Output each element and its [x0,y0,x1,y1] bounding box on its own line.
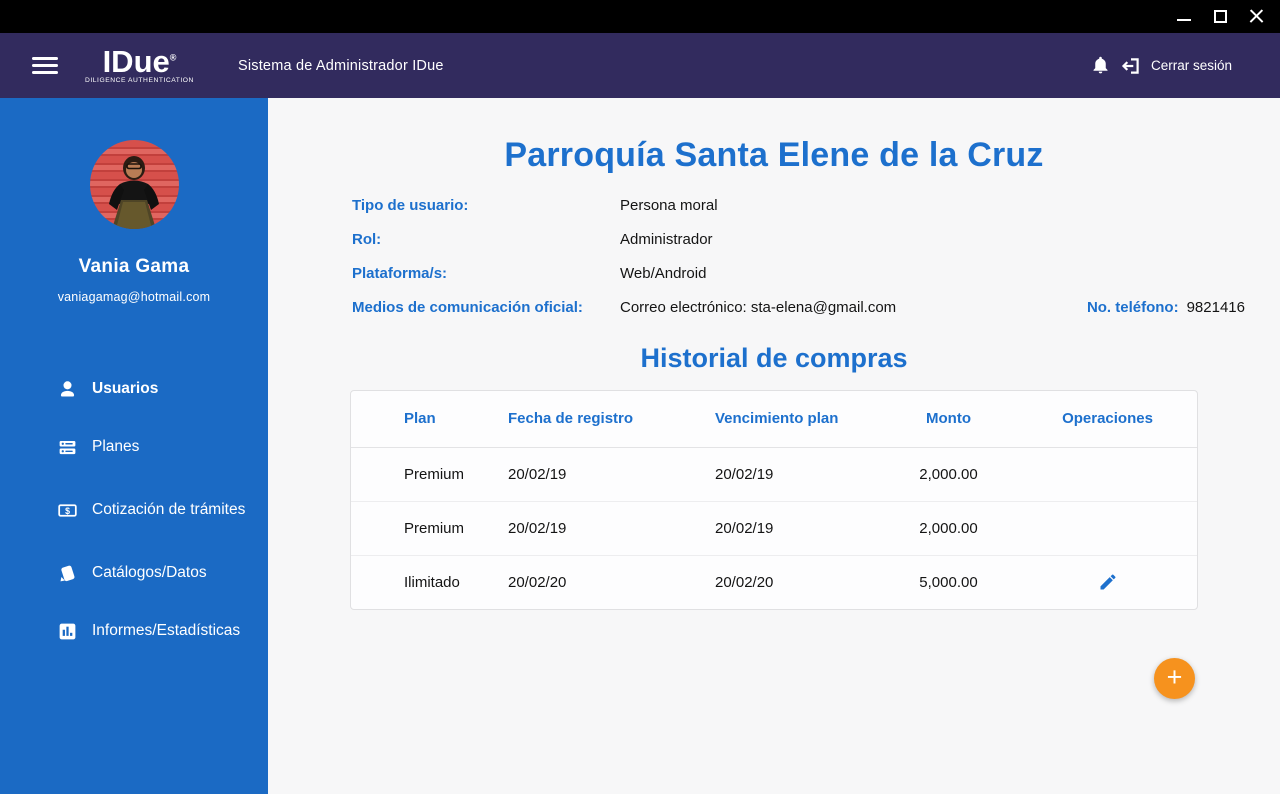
table-row: Ilimitado 20/02/20 20/02/20 5,000.00 [351,555,1197,609]
app-header: IDue® DILIGENCE AUTHENTICATION Sistema d… [0,33,1280,98]
purchases-table: Plan Fecha de registro Vencimiento plan … [350,390,1198,610]
user-profile: Vania Gama vaniagamag@hotmail.com [0,98,268,304]
detail-row: Rol: Administrador [352,231,1245,248]
stats-icon [56,621,78,642]
cell-amount: 2,000.00 [881,501,1016,556]
table-row: Premium 20/02/19 20/02/19 2,000.00 [351,501,1197,556]
menu-icon[interactable] [32,57,58,74]
close-icon [1249,9,1264,24]
sidebar-item-label: Planes [92,437,140,455]
plans-icon [56,437,78,458]
window-controls [1176,9,1264,25]
detail-label: Rol: [352,231,382,248]
column-header-operaciones: Operaciones [1016,391,1197,448]
app-window: IDue® DILIGENCE AUTHENTICATION Sistema d… [0,0,1280,794]
registered-mark: ® [169,52,177,63]
detail-label: Tipo de usuario: [352,197,469,214]
close-button[interactable] [1248,9,1264,25]
column-header-plan: Plan [351,391,491,448]
edit-button[interactable] [1094,568,1122,596]
sidebar-item-cotizacion[interactable]: $ Cotización de trámites [0,476,268,544]
sidebar-nav: Usuarios Planes $ Cotización de trámites [0,360,268,660]
user-name: Vania Gama [78,256,190,277]
detail-label: Medios de comunicación oficial: [352,299,583,316]
cell-amount: 2,000.00 [881,447,1016,502]
cell-expires: 20/02/19 [661,501,881,556]
catalog-icon [56,563,78,584]
detail-row: Tipo de usuario: Persona moral [352,197,1245,214]
logout-label[interactable]: Cerrar sesión [1151,58,1232,73]
window-titlebar [0,0,1280,33]
table-header-row: Plan Fecha de registro Vencimiento plan … [351,391,1197,448]
app-title: Sistema de Administrador IDue [237,57,444,74]
table-row: Premium 20/02/19 20/02/19 2,000.00 [351,447,1197,502]
cell-plan: Premium [351,501,491,556]
sidebar-item-label: Cotización de trámites [92,500,246,518]
sidebar: Vania Gama vaniagamag@hotmail.com Usuari… [0,98,268,794]
user-details: Tipo de usuario: Persona moral Rol: Admi… [352,197,1280,316]
sidebar-item-catalogos[interactable]: Catálogos/Datos [0,544,268,602]
purchases-title: Historial de compras [640,343,908,373]
maximize-icon [1213,10,1227,23]
header-actions: Cerrar sesión [1090,54,1232,77]
phone-label: No. teléfono: [1086,299,1179,316]
page-title: Parroquía Santa Elene de la Cruz [504,136,1044,174]
minimize-icon [1177,18,1191,21]
detail-value: Correo electrónico: sta-elena@gmail.com [620,299,897,316]
column-header-vencimiento: Vencimiento plan [661,391,881,448]
cell-expires: 20/02/19 [661,447,881,502]
sidebar-item-usuarios[interactable]: Usuarios [0,360,268,418]
bell-icon[interactable] [1090,54,1111,77]
pencil-icon [1100,574,1116,590]
user-email: vaniagamag@hotmail.com [57,290,211,304]
column-header-monto: Monto [881,391,1016,448]
phone-value: 9821416 [1186,299,1245,316]
cell-operations [1016,447,1197,502]
cell-amount: 5,000.00 [919,573,978,591]
cell-operations [1016,501,1197,556]
logo-subtitle: DILIGENCE AUTHENTICATION [85,77,194,85]
detail-label: Plataforma/s: [352,265,448,282]
detail-row: Plataforma/s: Web/Android [352,265,1245,282]
svg-text:$: $ [65,505,70,515]
main-content: Parroquía Santa Elene de la Cruz Tipo de… [268,98,1280,794]
column-header-fecha: Fecha de registro [491,391,661,448]
cell-plan: Premium [351,447,491,502]
quote-icon: $ [56,500,78,521]
phone-group: No. teléfono: 9821416 [1087,299,1245,316]
detail-row: Medios de comunicación oficial: Correo e… [352,299,1245,316]
sidebar-item-label: Catálogos/Datos [92,563,207,581]
sidebar-item-label: Usuarios [92,379,159,397]
logo-text: IDue® [102,44,177,80]
sidebar-item-informes[interactable]: Informes/Estadísticas [0,602,268,660]
app-logo: IDue® DILIGENCE AUTHENTICATION [85,46,194,85]
logout-icon[interactable] [1120,55,1142,77]
cell-registered: 20/02/20 [508,573,567,591]
cell-plan: Ilimitado [404,573,460,591]
sidebar-item-label: Informes/Estadísticas [92,621,241,639]
sidebar-item-planes[interactable]: Planes [0,418,268,476]
app-body: Vania Gama vaniagamag@hotmail.com Usuari… [0,98,1280,794]
user-icon [56,379,78,400]
minimize-button[interactable] [1176,9,1192,25]
detail-value: Web/Android [620,265,707,282]
cell-expires: 20/02/20 [715,573,774,591]
cell-registered: 20/02/19 [491,501,661,556]
detail-value: Administrador [620,231,713,248]
detail-value: Persona moral [620,197,718,214]
plus-icon: + [1166,661,1183,692]
maximize-button[interactable] [1212,9,1228,25]
cell-registered: 20/02/19 [491,447,661,502]
add-purchase-button[interactable]: + [1154,658,1195,699]
avatar [89,140,179,229]
cell-operations [1016,555,1197,609]
